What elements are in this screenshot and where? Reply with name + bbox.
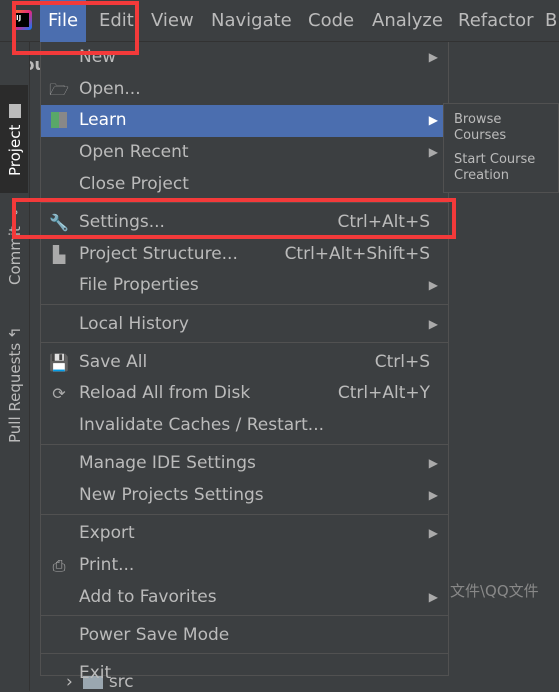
shortcut-label: Ctrl+Alt+Shift+S xyxy=(284,243,430,264)
pull-request-icon: ↰ xyxy=(6,326,24,340)
submenu-arrow-icon: ▶ xyxy=(428,526,438,541)
menu-item-add-to-favorites[interactable]: Add to Favorites ▶ xyxy=(41,582,448,614)
menu-item-open[interactable]: 🗁 Open... xyxy=(41,74,448,106)
menu-item-label: Add to Favorites xyxy=(79,586,217,607)
menu-item-label: Open... xyxy=(79,78,141,99)
submenu-arrow-icon: ▶ xyxy=(428,487,438,502)
menu-item-print[interactable]: ⎙ Print... xyxy=(41,550,448,582)
menu-item-label: File Properties xyxy=(79,275,199,296)
menu-item-label: Reload All from Disk xyxy=(79,383,251,404)
menu-item-export[interactable]: Export ▶ xyxy=(41,518,448,550)
browse-courses-item[interactable]: Browse Courses xyxy=(444,108,558,148)
project-structure-icon: ▙ xyxy=(52,244,66,264)
menu-refactor[interactable]: Refactor xyxy=(450,0,542,42)
save-icon: 💾 xyxy=(49,352,69,372)
path-text: 文件\QQ文件 xyxy=(450,582,539,600)
menu-item-new-projects-settings[interactable]: New Projects Settings ▶ xyxy=(41,480,448,512)
menu-item-label: Power Save Mode xyxy=(79,624,230,645)
menu-item-project-structure[interactable]: ▙ Project Structure... Ctrl+Alt+Shift+S xyxy=(41,239,448,271)
menu-code[interactable]: Code xyxy=(300,0,362,42)
menu-view[interactable]: View xyxy=(143,0,202,42)
menu-item-label: Open Recent xyxy=(79,142,189,163)
folder-open-icon: 🗁 xyxy=(49,79,69,99)
file-menu: New ▶ 🗁 Open... Learn ▶ Open Recent ▶ Close Proj… xyxy=(40,42,449,683)
menu-item-save-all[interactable]: 💾 Save All Ctrl+S xyxy=(41,347,448,379)
menu-item-label: Export xyxy=(79,523,135,544)
menu-item-label: Exit xyxy=(79,662,112,683)
submenu-arrow-icon: ▶ xyxy=(428,50,438,64)
reload-icon: ⟳ xyxy=(52,384,66,404)
print-icon: ⎙ xyxy=(52,555,66,575)
menu-item-exit[interactable]: Exit xyxy=(41,658,448,690)
menu-item-reload-all-from-disk[interactable]: ⟳ Reload All from Disk Ctrl+Alt+Y xyxy=(41,378,448,410)
menu-item-learn[interactable]: Learn ▶ xyxy=(41,105,448,138)
menu-item-label: Save All xyxy=(79,351,148,372)
menu-item-label: Invalidate Caches / Restart... xyxy=(79,415,325,436)
menu-item-local-history[interactable]: Local History ▶ xyxy=(41,309,448,341)
submenu-arrow-icon: ▶ xyxy=(428,456,438,471)
menu-analyze[interactable]: Analyze xyxy=(364,0,451,42)
menu-item-open-recent[interactable]: Open Recent ▶ xyxy=(41,137,448,169)
menu-item-file-properties[interactable]: File Properties ▶ xyxy=(41,270,448,302)
pull-requests-tab[interactable]: Pull Requests ↰ xyxy=(0,320,30,450)
menu-item-label: Local History xyxy=(79,313,189,334)
menu-build[interactable]: B xyxy=(545,0,557,42)
folder-icon xyxy=(9,104,21,119)
annotation-box-file-edit xyxy=(12,1,139,55)
submenu-arrow-icon: ▶ xyxy=(428,145,438,160)
annotation-box-settings xyxy=(12,198,456,239)
menu-item-label: Print... xyxy=(79,554,135,575)
menu-item-label: New Projects Settings xyxy=(79,484,264,505)
submenu-arrow-icon: ▶ xyxy=(428,316,438,331)
submenu-arrow-icon: ▶ xyxy=(428,589,438,604)
project-tab-label[interactable]: Project xyxy=(0,90,30,190)
menu-item-label: Manage IDE Settings xyxy=(79,453,256,474)
menu-item-invalidate-caches-restart[interactable]: Invalidate Caches / Restart... xyxy=(41,410,448,442)
menu-item-label: Project Structure... xyxy=(79,243,238,264)
shortcut-label: Ctrl+Alt+Y xyxy=(337,383,430,404)
menu-item-power-save-mode[interactable]: Power Save Mode xyxy=(41,620,448,652)
book-icon xyxy=(49,112,69,130)
start-course-creation-item[interactable]: Start Course Creation xyxy=(444,148,558,188)
shortcut-label: Ctrl+S xyxy=(374,351,430,372)
learn-submenu: Browse Courses Start Course Creation xyxy=(443,103,559,193)
menu-item-label: Learn xyxy=(79,110,127,131)
menu-item-manage-ide-settings[interactable]: Manage IDE Settings ▶ xyxy=(41,448,448,480)
menu-navigate[interactable]: Navigate xyxy=(203,0,300,42)
menu-item-label: Close Project xyxy=(79,173,189,194)
submenu-arrow-icon: ▶ xyxy=(428,113,438,128)
submenu-arrow-icon: ▶ xyxy=(428,278,438,293)
menu-item-close-project[interactable]: Close Project xyxy=(41,169,448,201)
